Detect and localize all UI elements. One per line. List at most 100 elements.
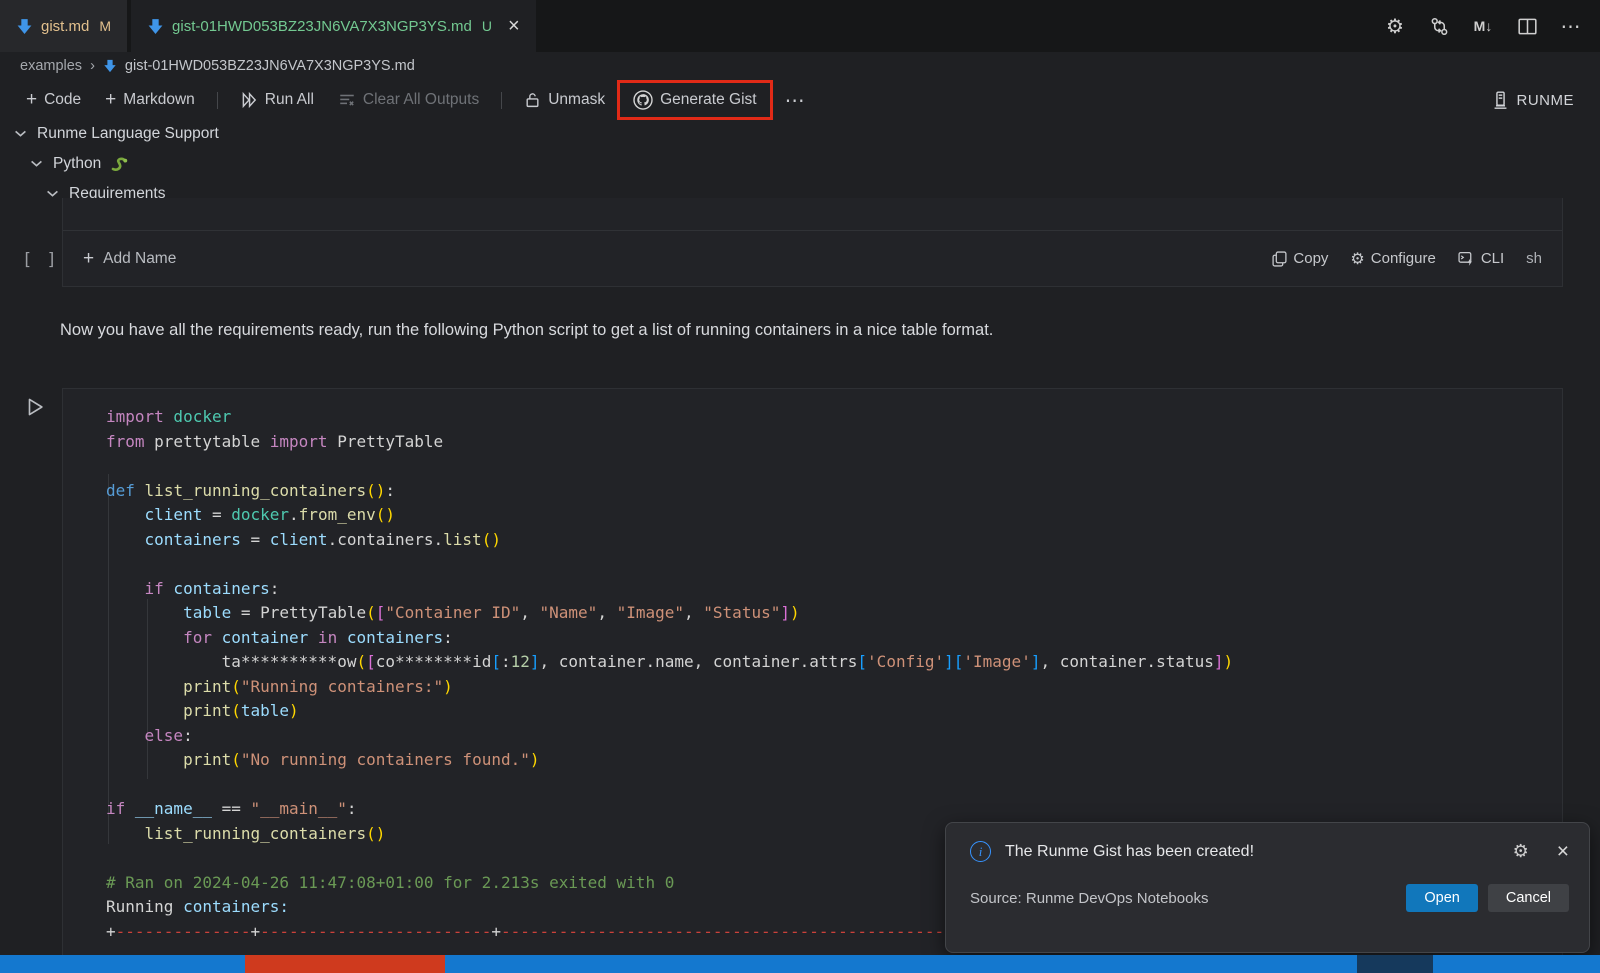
plus-icon: +	[83, 248, 94, 270]
run-cell-button[interactable]	[24, 396, 46, 418]
notification-settings-gear-icon[interactable]: ⚙	[1513, 841, 1529, 862]
info-icon: i	[970, 841, 991, 862]
kernel-label: RUNME	[1517, 92, 1575, 109]
tab-bar: gist.md M gist-01HWD053BZ23JN6VA7X3NGP3Y…	[0, 0, 1600, 52]
progress-segment	[1433, 955, 1600, 973]
toast-buttons: Open Cancel	[1406, 884, 1569, 912]
code-line: containers = client.containers.list()	[106, 528, 1522, 553]
notebook-toolbar: + Code + Markdown Run All Clear All Ou	[0, 80, 1600, 120]
code-line: for container in containers:	[106, 626, 1522, 651]
add-markdown-cell-button[interactable]: + Markdown	[97, 85, 203, 115]
cell-footer: + Add Name Copy ⚙ Configure	[63, 230, 1562, 286]
run-all-button[interactable]: Run All	[232, 87, 322, 113]
code-line: if containers:	[106, 577, 1522, 602]
cell-language-label[interactable]: sh	[1526, 250, 1542, 267]
sh-cell: + Add Name Copy ⚙ Configure	[62, 198, 1563, 287]
plus-icon: +	[26, 89, 37, 111]
notification-close-icon[interactable]: ×	[1557, 841, 1569, 862]
add-code-cell-button[interactable]: + Code	[18, 85, 89, 115]
generate-gist-label: Generate Gist	[660, 91, 757, 109]
unlock-icon	[524, 91, 541, 109]
open-button[interactable]: Open	[1406, 884, 1477, 912]
settings-gear-icon[interactable]: ⚙	[1384, 15, 1406, 37]
code-line: print("Running containers:")	[106, 675, 1522, 700]
progress-segment	[0, 955, 245, 973]
copy-label: Copy	[1293, 250, 1328, 267]
code-line: from prettytable import PrettyTable	[106, 430, 1522, 455]
code-line: print("No running containers found.")	[106, 748, 1522, 773]
progress-segment	[1357, 955, 1433, 973]
code-line: if __name__ == "__main__":	[106, 797, 1522, 822]
code-line: ta**********ow([co********id[:12], conta…	[106, 650, 1522, 675]
breadcrumb: examples › gist-01HWD053BZ23JN6VA7X3NGP3…	[20, 52, 415, 80]
close-tab-icon[interactable]: ×	[508, 16, 520, 36]
toast-title: The Runme Gist has been created!	[1005, 843, 1499, 861]
runme-markdown-file-icon	[103, 59, 117, 73]
run-all-icon	[240, 91, 258, 109]
add-code-label: Code	[44, 91, 81, 109]
progress-segment	[445, 955, 1357, 973]
add-name-button[interactable]: + Add Name	[83, 248, 176, 270]
runme-markdown-file-icon	[147, 18, 164, 35]
unmask-label: Unmask	[548, 91, 605, 109]
code-line	[106, 773, 1522, 798]
toolbar-divider	[217, 92, 218, 109]
plus-icon: +	[105, 89, 116, 111]
breadcrumb-file[interactable]: gist-01HWD053BZ23JN6VA7X3NGP3YS.md	[125, 58, 415, 74]
cancel-button[interactable]: Cancel	[1488, 884, 1569, 912]
toast-header: i The Runme Gist has been created! ⚙ ×	[946, 823, 1589, 862]
add-markdown-label: Markdown	[123, 91, 195, 109]
notification-toast: i The Runme Gist has been created! ⚙ × S…	[945, 822, 1590, 953]
tab-gist-generated-md[interactable]: gist-01HWD053BZ23JN6VA7X3NGP3YS.md U ×	[131, 0, 536, 52]
markdown-paragraph: Now you have all the requirements ready,…	[60, 321, 1520, 340]
bottom-progress-bar	[0, 955, 1600, 973]
chevron-down-icon[interactable]	[14, 129, 27, 138]
unmask-button[interactable]: Unmask	[516, 87, 613, 113]
more-actions-icon[interactable]: ⋯	[1560, 15, 1582, 37]
split-editor-icon[interactable]	[1516, 15, 1538, 37]
copy-button[interactable]: Copy	[1272, 250, 1328, 267]
cell-actions: Copy ⚙ Configure CLI sh	[1272, 249, 1542, 269]
toast-source: Source: Runme DevOps Notebooks	[970, 890, 1208, 907]
ellipsis-icon: ⋯	[785, 88, 806, 113]
outline-label: Runme Language Support	[37, 125, 219, 143]
outline-item-python[interactable]: Python	[30, 149, 129, 178]
progress-segment	[245, 955, 445, 973]
code-line	[106, 454, 1522, 479]
git-compare-icon[interactable]	[1428, 15, 1450, 37]
breadcrumb-folder[interactable]: examples	[20, 58, 82, 74]
cell-execution-gutter: [ ]	[22, 250, 59, 270]
gear-icon: ⚙	[1350, 249, 1364, 269]
github-icon	[633, 90, 653, 110]
generate-gist-button[interactable]: Generate Gist	[621, 84, 769, 116]
outline-label: Python	[53, 155, 101, 173]
chevron-down-icon[interactable]	[46, 189, 59, 198]
code-line: import docker	[106, 405, 1522, 430]
toolbar-divider	[501, 92, 502, 109]
git-modified-badge: M	[99, 18, 111, 34]
clear-all-outputs-button[interactable]: Clear All Outputs	[330, 87, 487, 113]
runme-markdown-file-icon	[16, 18, 33, 35]
breadcrumb-separator-icon: ›	[90, 58, 95, 74]
cli-terminal-icon	[1458, 251, 1475, 267]
toast-body: Source: Runme DevOps Notebooks Open Canc…	[946, 862, 1589, 912]
tab-gist-md[interactable]: gist.md M	[0, 0, 127, 52]
kernel-picker[interactable]: RUNME	[1492, 80, 1575, 120]
configure-label: Configure	[1371, 250, 1436, 267]
vscode-window: gist.md M gist-01HWD053BZ23JN6VA7X3NGP3Y…	[0, 0, 1600, 973]
editor-actions: ⚙ M↓ ⋯	[1384, 0, 1582, 52]
cli-button[interactable]: CLI	[1458, 250, 1504, 267]
toolbar-more-button[interactable]: ⋯	[777, 84, 814, 117]
chevron-down-icon[interactable]	[30, 159, 43, 168]
run-all-label: Run All	[265, 91, 314, 109]
code-line: def list_running_containers():	[106, 479, 1522, 504]
code-line: print(table)	[106, 699, 1522, 724]
clear-all-label: Clear All Outputs	[363, 91, 479, 109]
configure-button[interactable]: ⚙ Configure	[1350, 249, 1435, 269]
git-untracked-badge: U	[482, 18, 492, 34]
outline-item-runme-language-support[interactable]: Runme Language Support	[14, 119, 219, 148]
tab-label: gist.md	[41, 18, 89, 35]
code-line	[106, 552, 1522, 577]
markdown-preview-icon[interactable]: M↓	[1472, 15, 1494, 37]
add-name-label: Add Name	[103, 250, 176, 268]
